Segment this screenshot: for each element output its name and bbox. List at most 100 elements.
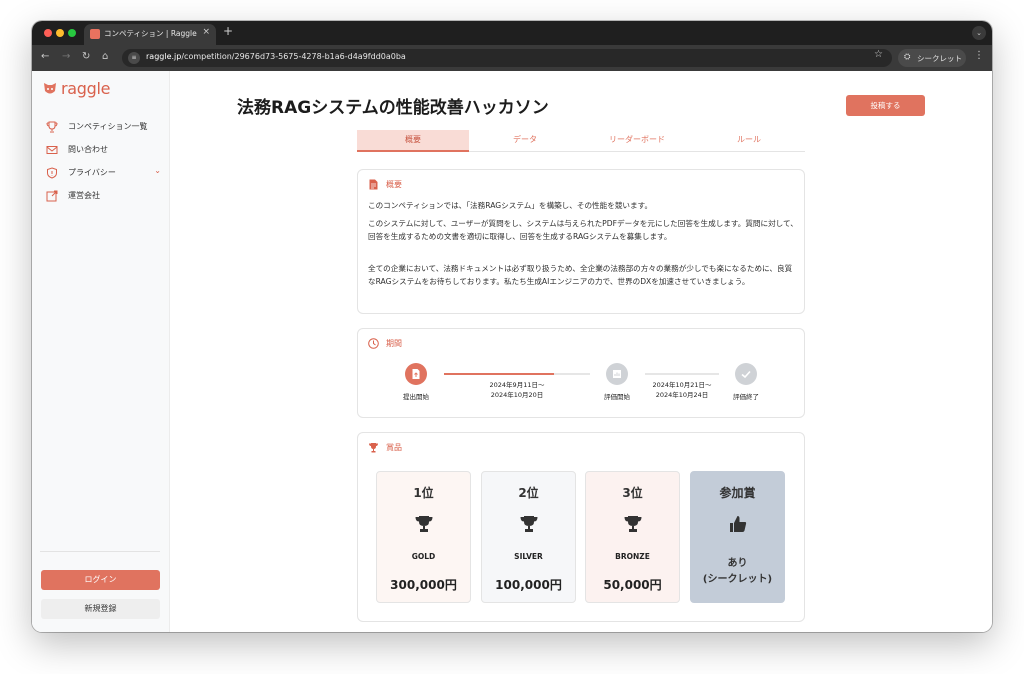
title-bar: コンペティション | Raggle × + ⌄ [32,21,992,45]
prize-amount: 100,000円 [495,578,562,592]
dog-logo-icon [44,83,56,94]
step-label: 提出開始 [403,393,429,401]
bookmark-star-icon[interactable]: ☆ [874,49,883,60]
prize-rank: 3位 [622,486,643,500]
sidebar-item-label: コンペティション一覧 [68,122,148,131]
login-button[interactable]: ログイン [41,570,160,590]
maximize-window-button[interactable] [68,29,76,37]
range-start: 2024年9月11日〜 [489,381,545,389]
tab-leaderboard[interactable]: リーダーボード [581,130,693,152]
prizes-heading-text: 賞品 [386,443,402,452]
sidebar-item-privacy[interactable]: プライバシー ⌄ [46,166,161,182]
trophy-icon [415,516,433,532]
submit-button[interactable]: 投稿する [846,95,925,116]
prize-amount: 50,000円 [603,578,662,592]
overview-paragraph: 全ての企業において、法務ドキュメントは必ず取り扱うため、全企業の法務部の方々の業… [368,264,793,286]
favicon-icon [90,29,100,39]
participation-note: あり (シークレット) [691,556,784,588]
prize-tier: GOLD [411,552,436,561]
prize-amount: 300,000円 [390,578,457,592]
upload-file-icon [412,369,420,379]
participation-line: あり [727,558,748,569]
overview-heading-text: 概要 [386,180,402,189]
forward-icon[interactable]: → [62,51,70,62]
timeline-track [645,373,719,375]
signup-button[interactable]: 新規登録 [41,599,160,619]
timeline-progress [444,373,554,375]
browser-window: コンペティション | Raggle × + ⌄ ← → ↻ ⌂ ≡ raggle… [32,21,992,632]
evaluation-end-node [735,363,757,385]
page: raggle コンペティション一覧 問い合わせ プライバシー ⌄ 運営会社 ログ… [32,71,992,632]
sidebar-item-competitions[interactable]: コンペティション一覧 [46,120,161,136]
site-info-icon[interactable]: ≡ [128,52,140,64]
competition-tabs: 概要 データ リーダーボード ルール [357,130,805,152]
sidebar: raggle コンペティション一覧 問い合わせ プライバシー ⌄ 運営会社 ログ… [32,71,170,632]
back-icon[interactable]: ← [41,51,49,62]
close-window-button[interactable] [44,29,52,37]
browser-menu-icon[interactable]: ⋮ [974,50,984,61]
sidebar-item-label: 問い合わせ [68,145,108,154]
minimize-window-button[interactable] [56,29,64,37]
step-label: 評価終了 [733,393,759,401]
document-icon [369,179,378,190]
sidebar-divider [40,551,160,552]
tab-close-icon[interactable]: × [202,27,210,37]
shield-icon [47,167,57,179]
reload-icon[interactable]: ↻ [82,51,90,62]
new-tab-button[interactable]: + [223,24,233,38]
prize-card-bronze: 3位 BRONZE 50,000円 [585,471,680,603]
external-link-icon [46,190,58,202]
trophy-icon [46,121,58,133]
prizes-card: 賞品 1位 GOLD 300,000円 2位 SILVER 100,000円 3… [357,432,805,622]
logo-text: raggle [61,79,111,98]
home-icon[interactable]: ⌂ [102,51,108,62]
url-input[interactable]: ≡ raggle.jp/competition/29676d73-5675-42… [122,49,892,67]
sidebar-item-label: プライバシー [68,168,116,177]
period-range: 2024年9月11日〜 2024年10月20日 [467,380,567,400]
sidebar-item-contact[interactable]: 問い合わせ [46,143,161,159]
tab-data[interactable]: データ [469,130,581,152]
browser-tab[interactable]: コンペティション | Raggle × [84,24,216,45]
prize-tier: SILVER [514,552,543,561]
range-end: 2024年10月20日 [490,391,544,399]
tab-overview[interactable]: 概要 [357,130,469,152]
thumbs-up-icon [730,516,747,532]
prize-rank: 2位 [518,486,539,500]
trophy-icon [520,516,538,532]
step-label: 評価開始 [604,393,630,401]
overview-paragraph: このシステムに対して、ユーザーが質問をし、システムは与えられたPDFデータを元に… [368,219,798,241]
incognito-badge[interactable]: ⛭ シークレット [898,49,966,67]
prize-card-silver: 2位 SILVER 100,000円 [481,471,576,603]
prize-rank: 参加賞 [719,486,756,500]
prize-card-gold: 1位 GOLD 300,000円 [376,471,471,603]
prize-tier: BRONZE [615,552,650,561]
sidebar-item-label: 運営会社 [68,191,100,200]
trophy-icon [624,516,642,532]
tab-rules[interactable]: ルール [693,130,805,152]
chevron-down-icon[interactable]: ⌄ [154,166,161,175]
sidebar-item-company[interactable]: 運営会社 [46,189,161,205]
incognito-icon: ⛭ [904,52,911,61]
period-card: 期間 提出開始 2024年9月11日〜 2024年10月20日 評価開始 202… [357,328,805,418]
tab-search-icon[interactable]: ⌄ [972,26,986,40]
evaluation-start-node [606,363,628,385]
mail-icon [46,146,58,154]
clock-icon [368,338,379,349]
submission-start-node [405,363,427,385]
check-icon [741,370,751,379]
url-text: raggle.jp/competition/29676d73-5675-4278… [146,52,406,61]
period-range: 2024年10月21日〜 2024年10月24日 [632,380,732,400]
tab-title: コンペティション | Raggle [104,29,197,38]
participation-line: (シークレット) [702,574,773,585]
range-end: 2024年10月24日 [655,391,709,399]
incognito-label: シークレット [917,54,962,63]
page-title: 法務RAGシステムの性能改善ハッカソン [237,98,549,118]
overview-paragraph: このコンペティションでは、「法務RAGシステム」を構築し、その性能を競います。 [368,201,653,210]
trophy-icon [369,443,378,453]
period-heading-text: 期間 [386,339,402,348]
prize-card-participation: 参加賞 あり (シークレット) [690,471,785,603]
address-bar: ← → ↻ ⌂ ≡ raggle.jp/competition/29676d73… [32,45,992,71]
prize-rank: 1位 [413,486,434,500]
chart-icon [613,370,621,378]
range-start: 2024年10月21日〜 [652,381,712,389]
